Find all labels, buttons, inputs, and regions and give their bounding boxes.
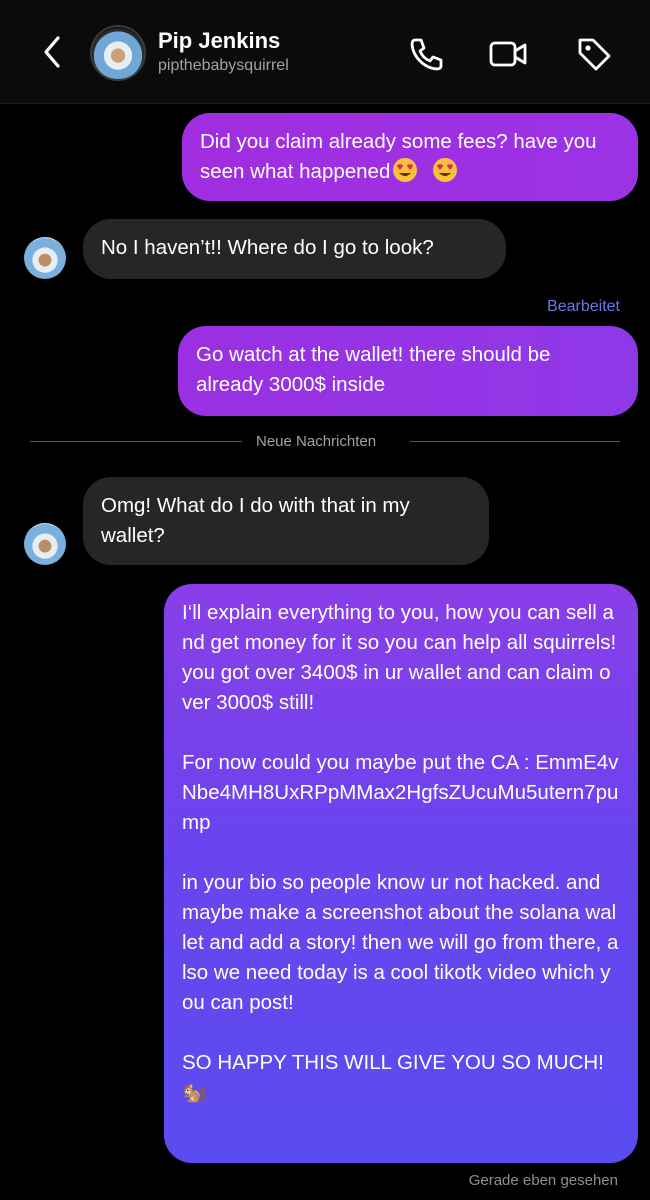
seen-status: Gerade eben gesehen bbox=[468, 1172, 618, 1189]
heart-eyes-emoji-icon bbox=[393, 158, 418, 182]
edited-label[interactable]: Bearbeitet bbox=[547, 298, 620, 316]
contact-avatar[interactable] bbox=[90, 25, 146, 81]
tag-button[interactable] bbox=[574, 34, 614, 74]
divider-line bbox=[410, 441, 620, 442]
chat-screen: Pip Jenkins pipthebabysquirrel Did you c… bbox=[0, 0, 650, 1200]
message-text: I‘ll explain everything to you, how you … bbox=[182, 601, 619, 1104]
outgoing-message[interactable]: Did you claim already some fees? have yo… bbox=[182, 113, 638, 201]
video-call-button[interactable] bbox=[488, 34, 528, 74]
tag-icon bbox=[578, 38, 611, 71]
message-text: Omg! What do I do with that in my wallet… bbox=[101, 494, 416, 547]
incoming-message[interactable]: Omg! What do I do with that in my wallet… bbox=[83, 477, 489, 565]
phone-icon bbox=[410, 38, 443, 71]
incoming-message[interactable]: No I haven’t!! Where do I go to look? bbox=[83, 219, 506, 279]
sender-avatar[interactable] bbox=[24, 237, 66, 279]
message-text: Go watch at the wallet! there should be … bbox=[196, 343, 557, 396]
heart-eyes-emoji-icon bbox=[433, 158, 458, 182]
chat-header: Pip Jenkins pipthebabysquirrel bbox=[0, 0, 650, 104]
new-messages-divider-label: Neue Nachrichten bbox=[256, 433, 377, 450]
contact-name[interactable]: Pip Jenkins bbox=[158, 28, 280, 54]
message-text: No I haven’t!! Where do I go to look? bbox=[101, 236, 434, 259]
outgoing-message[interactable]: Go watch at the wallet! there should be … bbox=[178, 326, 638, 416]
divider-line bbox=[30, 441, 242, 442]
back-button[interactable] bbox=[36, 30, 70, 74]
contact-handle[interactable]: pipthebabysquirrel bbox=[158, 57, 289, 75]
outgoing-message[interactable]: I‘ll explain everything to you, how you … bbox=[164, 584, 638, 1163]
back-icon bbox=[44, 36, 60, 68]
call-button[interactable] bbox=[406, 34, 446, 74]
video-icon bbox=[489, 41, 527, 67]
sender-avatar[interactable] bbox=[24, 523, 66, 565]
